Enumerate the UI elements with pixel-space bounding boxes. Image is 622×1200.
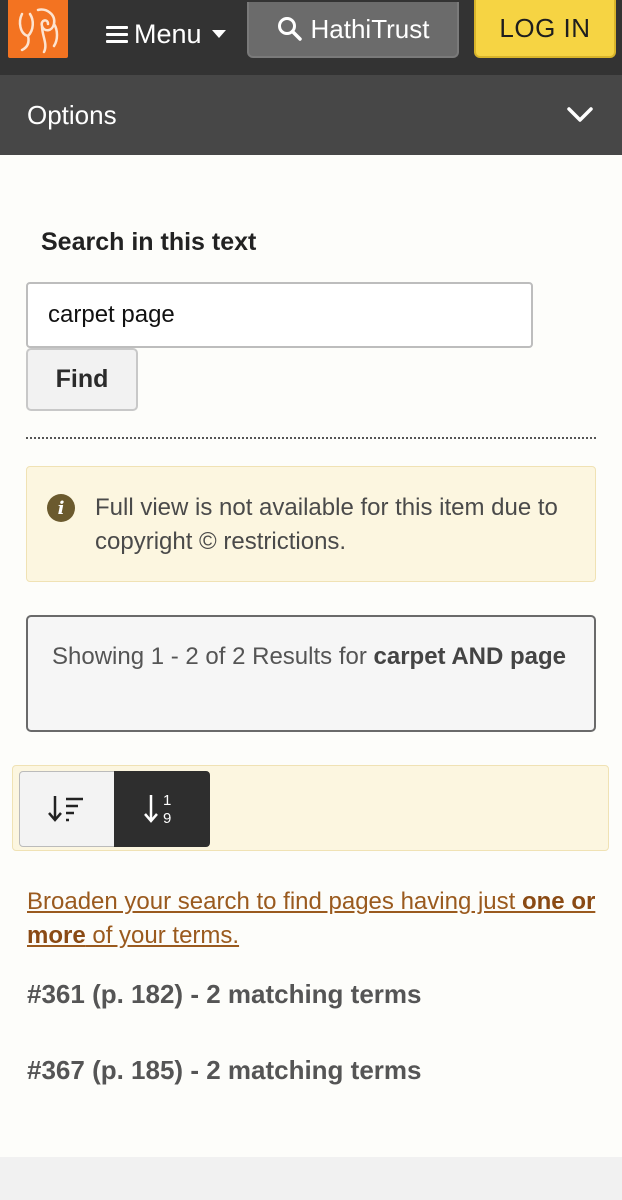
search-heading: Search in this text [41,228,257,256]
svg-text:1: 1 [163,792,171,809]
footer [0,1157,622,1200]
menu-button[interactable]: Menu [106,14,226,54]
options-label: Options [27,99,117,130]
elephant-icon [18,8,59,54]
sort-relevance-button[interactable] [19,771,115,847]
broaden-search-link[interactable]: Broaden your search to find pages having… [27,888,595,949]
hamburger-icon [106,22,128,47]
broaden-text-2: of your terms. [85,922,240,949]
notice-text: Full view is not available for this item… [95,494,558,555]
options-toggle[interactable]: Options [0,75,622,155]
broaden-text-1: Broaden your search to find pages having… [27,888,522,915]
copyright-notice: i Full view is not available for this it… [26,466,596,582]
search-input[interactable] [26,282,533,348]
login-button[interactable]: LOG IN [474,0,616,58]
broaden-search: Broaden your search to find pages having… [27,885,597,953]
top-navigation-bar: Menu HathiTrust LOG IN [0,0,622,75]
results-summary: Showing 1 - 2 of 2 Results for carpet AN… [26,615,596,732]
chevron-down-icon [566,106,594,124]
result-link[interactable]: #361 (p. 182) - 2 matching terms [27,979,421,1010]
sort-numeric-icon: 1 9 [144,792,171,827]
find-button[interactable]: Find [26,348,138,411]
sort-toolbar: 1 9 [12,765,609,851]
site-search-button[interactable]: HathiTrust [247,2,459,58]
hathitrust-logo[interactable] [8,0,68,58]
results-prefix: Showing 1 - 2 of 2 Results for [52,643,374,670]
menu-label: Menu [134,18,202,49]
result-link[interactable]: #367 (p. 185) - 2 matching terms [27,1055,421,1086]
magnifier-icon [277,17,302,41]
svg-text:9: 9 [163,810,171,827]
site-search-label: HathiTrust [310,13,430,44]
sort-relevance-icon [48,796,83,822]
results-query: carpet AND page [373,643,567,670]
sort-sequence-button[interactable]: 1 9 [114,771,210,847]
caret-down-icon [211,30,226,38]
divider [26,437,596,439]
info-icon: i [47,494,75,522]
